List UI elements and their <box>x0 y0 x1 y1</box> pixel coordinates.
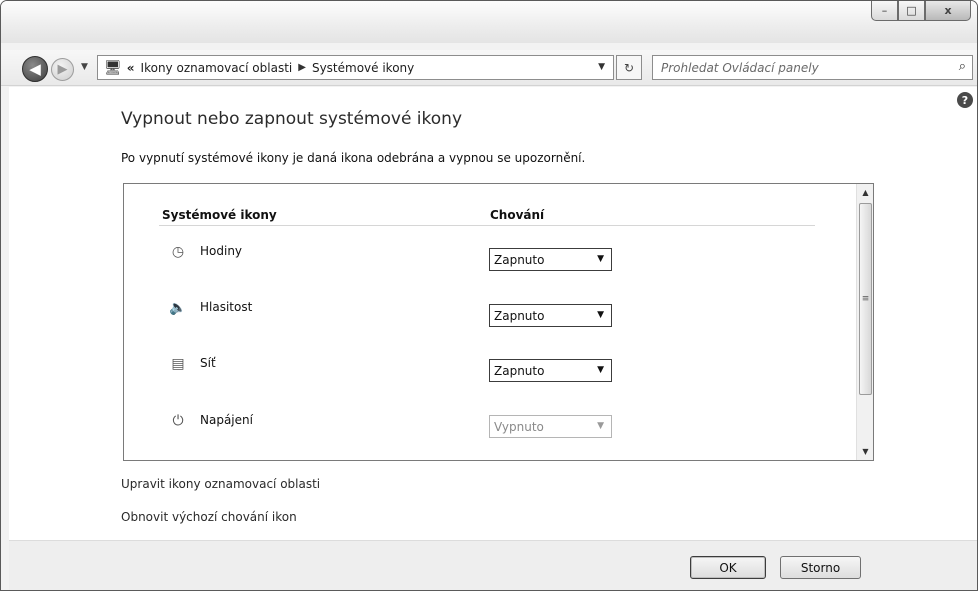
arrow-left-icon: ◀ <box>29 60 41 78</box>
minimize-button[interactable]: – <box>871 1 898 21</box>
network-icon: ▤ <box>171 356 185 372</box>
forward-button[interactable]: ▶ <box>51 58 74 81</box>
breadcrumb-overflow[interactable]: « <box>127 61 135 75</box>
clock-icon: ◷ <box>171 244 185 260</box>
page-title: Vypnout nebo zapnout systémové ikony <box>121 109 463 129</box>
refresh-icon: ↻ <box>623 60 635 75</box>
refresh-button[interactable]: ↻ <box>616 55 642 80</box>
system-icons-list: Systémové ikony Chování ◷ Hodiny Zapnuto… <box>123 183 874 461</box>
customize-notification-icons-link[interactable]: Upravit ikony oznamovací oblasti <box>121 477 320 491</box>
search-placeholder: Prohledat Ovládací panely <box>661 60 819 75</box>
scroll-down-button[interactable]: ▼ <box>857 443 873 460</box>
row-label-network: Síť <box>200 356 216 370</box>
vertical-scrollbar[interactable]: ▲ ≡ ▼ <box>856 184 873 460</box>
caption-buttons: – □ x <box>871 1 971 21</box>
navigation-toolbar: ◀ ▶ ▼ 🖥 « Ikony oznamovací oblasti ▶ Sys… <box>1 50 977 86</box>
breadcrumb-separator-icon[interactable]: ▶ <box>298 62 306 73</box>
chevron-down-icon: ▼ <box>597 421 604 431</box>
row-label-power: Napájení <box>200 413 253 427</box>
recent-pages-dropdown[interactable]: ▼ <box>81 62 88 72</box>
column-header-icons: Systémové ikony <box>162 208 277 222</box>
breadcrumb-item-notification-icons[interactable]: Ikony oznamovací oblasti <box>141 61 293 75</box>
chevron-down-icon: ▼ <box>597 310 604 320</box>
back-button[interactable]: ◀ <box>22 56 48 82</box>
select-value: Zapnuto <box>494 252 545 267</box>
column-header-behavior: Chování <box>490 208 545 222</box>
ok-button[interactable]: OK <box>690 556 766 579</box>
chevron-down-icon: ▼ <box>597 365 604 375</box>
main-content: ? Vypnout nebo zapnout systémové ikony P… <box>9 87 977 540</box>
close-button[interactable]: x <box>925 1 971 21</box>
search-input[interactable]: Prohledat Ovládací panely ⌕ <box>652 55 973 80</box>
row-label-volume: Hlasitost <box>200 300 253 314</box>
select-value: Zapnuto <box>494 363 545 378</box>
maximize-button[interactable]: □ <box>898 1 925 21</box>
control-panel-icon: 🖥 <box>104 59 122 76</box>
scroll-thumb[interactable]: ≡ <box>859 203 872 395</box>
dialog-footer: OK Storno <box>9 540 977 590</box>
behavior-select-volume[interactable]: Zapnuto ▼ <box>489 304 612 327</box>
address-dropdown-icon[interactable]: ▼ <box>598 62 605 72</box>
row-label-clock: Hodiny <box>200 244 243 258</box>
cancel-button[interactable]: Storno <box>780 556 861 579</box>
select-value: Zapnuto <box>494 308 545 323</box>
address-bar[interactable]: 🖥 « Ikony oznamovací oblasti ▶ Systémové… <box>97 55 614 80</box>
behavior-select-power: Vypnuto ▼ <box>489 415 612 438</box>
behavior-select-clock[interactable]: Zapnuto ▼ <box>489 248 612 271</box>
chevron-down-icon: ▼ <box>597 254 604 264</box>
restore-default-behavior-link[interactable]: Obnovit výchozí chování ikon <box>121 510 297 524</box>
select-value: Vypnuto <box>494 419 544 434</box>
search-icon[interactable]: ⌕ <box>959 59 966 74</box>
speaker-icon: 🔈 <box>169 300 187 316</box>
header-divider <box>159 225 815 226</box>
scroll-up-button[interactable]: ▲ <box>857 184 873 201</box>
window: – □ x ◀ ▶ ▼ 🖥 « Ikony oznamovací oblasti… <box>0 0 978 591</box>
page-description: Po vypnutí systémové ikony je daná ikona… <box>121 151 586 165</box>
power-icon: ⏻ <box>172 413 184 429</box>
title-bar: – □ x <box>1 1 977 43</box>
behavior-select-network[interactable]: Zapnuto ▼ <box>489 359 612 382</box>
arrow-right-icon: ▶ <box>57 62 68 77</box>
breadcrumb-item-system-icons[interactable]: Systémové ikony <box>312 61 414 75</box>
help-icon[interactable]: ? <box>957 92 973 108</box>
